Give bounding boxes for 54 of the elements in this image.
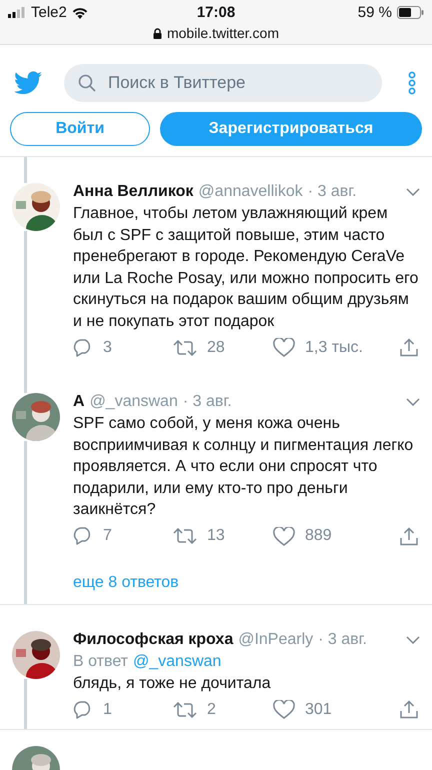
- reply-icon[interactable]: [73, 527, 93, 545]
- heart-icon[interactable]: [273, 338, 295, 357]
- mention-link[interactable]: @_vanswan: [133, 652, 222, 670]
- signal-icon: [8, 7, 26, 18]
- retweet-count: 2: [207, 700, 216, 718]
- share-icon[interactable]: [400, 700, 418, 719]
- reply-count: 1: [103, 700, 112, 718]
- retweet-icon[interactable]: [173, 340, 197, 356]
- tweet-text: блядь, я тоже не дочитала: [73, 674, 272, 694]
- clock-time: 17:08: [196, 4, 236, 21]
- battery-percent: 59 %: [358, 4, 392, 21]
- retweet-icon[interactable]: [173, 528, 197, 544]
- reply-icon[interactable]: [73, 338, 93, 356]
- search-input[interactable]: Поиск в Твиттере: [108, 73, 368, 93]
- carrier-name: Tele2: [31, 4, 67, 21]
- like-count: 1,3 тыс.: [305, 338, 363, 356]
- retweet-count: 28: [207, 338, 225, 356]
- share-icon[interactable]: [400, 526, 418, 546]
- author-name[interactable]: Анна Велликок: [73, 183, 194, 201]
- more-options-icon[interactable]: [408, 71, 416, 95]
- author-name[interactable]: А: [73, 393, 85, 411]
- retweet-count: 13: [207, 527, 225, 545]
- author-handle[interactable]: @InPearly: [238, 630, 314, 648]
- chevron-down-icon[interactable]: [406, 188, 420, 196]
- lock-icon: [152, 28, 162, 38]
- search-field[interactable]: Поиск в Твиттере: [64, 64, 382, 102]
- author-handle[interactable]: @_vanswan: [90, 393, 178, 411]
- page-url: mobile.twitter.com: [166, 25, 280, 41]
- tweet-text: SPF само собой, у меня кожа очень восприимчивая к солнцу и пигментация легко проявляется. А что если они спросят что подарили, или ему кто-то про деньги заикнётся?: [73, 414, 414, 520]
- tweet-text: Главное, чтобы летом увлажняющий крем был с SPF с защитой повыше, этим часто пренебрегают в городе. Рекомендую CeraVe или La Roche Posay, или можно попросить его скинуться на подарок вашим общим друзьям и не покупать этот подарок: [73, 204, 420, 332]
- sign-up-button[interactable]: Зарегистрироваться: [160, 112, 422, 146]
- search-icon: [78, 74, 96, 92]
- like-count: 301: [305, 700, 332, 718]
- tweet-date: · 3 авг.: [308, 183, 357, 201]
- retweet-icon[interactable]: [173, 702, 197, 718]
- author-handle[interactable]: @annavellikok: [198, 183, 303, 201]
- reply-to-label: В ответ: [73, 652, 128, 670]
- reply-count: 7: [103, 527, 112, 545]
- chevron-down-icon[interactable]: [406, 636, 420, 644]
- tweet-date: · 3 авг.: [318, 630, 367, 648]
- reply-icon[interactable]: [73, 700, 93, 718]
- reply-count: 3: [103, 338, 112, 356]
- wifi-icon: [72, 6, 88, 18]
- author-name[interactable]: Философская кроха: [73, 630, 234, 648]
- more-replies-link[interactable]: еще 8 ответов: [73, 574, 420, 592]
- log-in-button[interactable]: Войти: [10, 112, 150, 146]
- heart-icon[interactable]: [273, 526, 295, 546]
- heart-icon[interactable]: [273, 700, 295, 719]
- bird-logo-icon[interactable]: [14, 71, 42, 95]
- tweet-date: · 3 авг.: [182, 393, 232, 411]
- chevron-down-icon[interactable]: [406, 398, 420, 406]
- share-icon[interactable]: [400, 338, 418, 357]
- battery-icon: [397, 6, 424, 19]
- like-count: 889: [305, 527, 332, 545]
